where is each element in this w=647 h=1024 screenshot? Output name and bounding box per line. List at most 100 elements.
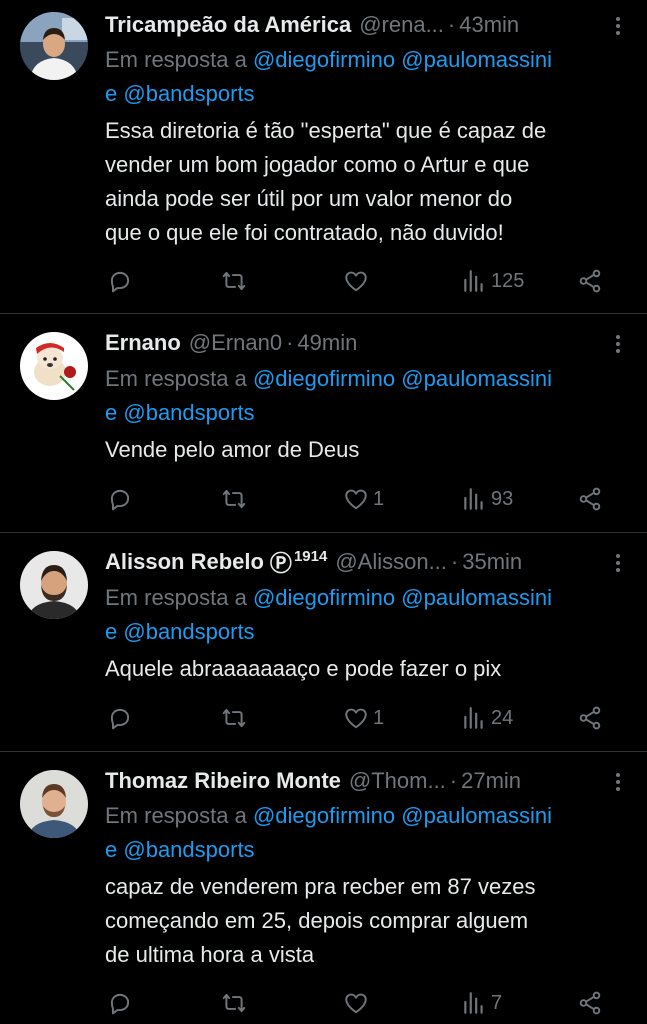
retweet-button[interactable] xyxy=(221,484,247,514)
more-options-icon[interactable] xyxy=(615,332,621,358)
reply-context: Em resposta a @diegofirmino @paulomassin… xyxy=(105,43,629,111)
tweet-text-line: que o que ele foi contratado, não duvido… xyxy=(105,220,504,245)
tweet-header: Ernano @Ernan0 · 49min xyxy=(105,326,607,360)
reply-button[interactable] xyxy=(107,484,133,514)
man-in-car-avatar-icon xyxy=(20,12,88,80)
views-chart-icon xyxy=(464,270,483,292)
heart-icon xyxy=(345,489,367,510)
tweet-text-line: de ultima hora a vista xyxy=(105,942,315,967)
share-icon xyxy=(579,991,601,1015)
mention-link[interactable]: @paulomassini xyxy=(401,366,552,391)
like-button[interactable]: 1 xyxy=(343,703,384,733)
avatar[interactable] xyxy=(20,551,88,619)
more-options-icon[interactable] xyxy=(615,14,621,40)
mention-link[interactable]: @paulomassini xyxy=(401,803,552,828)
reply-connector: e xyxy=(105,837,118,862)
mention-link[interactable]: @diegofirmino xyxy=(253,366,395,391)
tweet-text-line: vender um bom jogador como o Artur e que xyxy=(105,152,530,177)
badge-number: 1914 xyxy=(293,547,328,565)
timestamp[interactable]: 35min xyxy=(462,549,522,575)
username[interactable]: @Alisson... xyxy=(335,549,447,575)
retweet-button[interactable] xyxy=(221,266,247,296)
avatar[interactable] xyxy=(20,770,88,838)
views-button[interactable]: 125 xyxy=(461,266,524,296)
mention-link[interactable]: @diegofirmino xyxy=(253,803,395,828)
timestamp[interactable]: 49min xyxy=(297,330,357,356)
retweet-icon xyxy=(222,708,246,728)
share-button[interactable] xyxy=(577,703,603,733)
tweet[interactable]: Ernano @Ernan0 · 49min Em resposta a @di… xyxy=(0,314,647,532)
retweet-button[interactable] xyxy=(221,988,247,1018)
reply-prefix: Em resposta a xyxy=(105,47,247,72)
display-name[interactable]: Tricampeão da América xyxy=(105,12,351,38)
username[interactable]: @rena... xyxy=(359,12,444,38)
views-chart-icon xyxy=(464,707,483,729)
mention-link[interactable]: @paulomassini xyxy=(401,585,552,610)
tweet[interactable]: Alisson Rebelo Ⓟ 1914 @Alisson... · 35mi… xyxy=(0,533,647,751)
more-options-icon[interactable] xyxy=(615,551,621,577)
display-name[interactable]: Ernano xyxy=(105,330,181,356)
share-icon xyxy=(579,706,601,730)
reply-prefix: Em resposta a xyxy=(105,585,247,610)
tweet-text: Essa diretoria é tão "esperta" que é cap… xyxy=(105,114,617,250)
reply-connector: e xyxy=(105,81,118,106)
mention-link[interactable]: @bandsports xyxy=(123,400,254,425)
display-name[interactable]: Alisson Rebelo xyxy=(105,549,264,575)
share-icon xyxy=(579,487,601,511)
like-count: 1 xyxy=(373,487,385,510)
heart-icon xyxy=(345,708,367,729)
views-chart-icon xyxy=(464,992,483,1014)
tweet[interactable]: Thomaz Ribeiro Monte @Thom... · 27min Em… xyxy=(0,752,647,1024)
retweet-icon xyxy=(222,489,246,509)
view-count: 93 xyxy=(491,487,514,510)
tweet-header: Tricampeão da América @rena... · 43min xyxy=(105,8,607,42)
man-avatar-icon xyxy=(20,770,88,838)
mention-link[interactable]: @bandsports xyxy=(123,619,254,644)
tweet-text-line: Vende pelo amor de Deus xyxy=(105,437,360,462)
mention-link[interactable]: @bandsports xyxy=(123,81,254,106)
separator-dot: · xyxy=(286,330,294,355)
reply-button[interactable] xyxy=(107,266,133,296)
mention-link[interactable]: @diegofirmino xyxy=(253,585,395,610)
timestamp[interactable]: 43min xyxy=(459,12,519,38)
retweet-button[interactable] xyxy=(221,703,247,733)
avatar[interactable] xyxy=(20,332,88,400)
display-name[interactable]: Thomaz Ribeiro Monte xyxy=(105,768,341,794)
affiliate-badge[interactable]: Ⓟ 1914 xyxy=(270,546,327,578)
avatar[interactable] xyxy=(20,12,88,80)
mention-link[interactable]: @bandsports xyxy=(123,837,254,862)
tweet-text-line: começando em 25, depois comprar alguem xyxy=(105,908,529,933)
reply-context: Em resposta a @diegofirmino @paulomassin… xyxy=(105,799,629,867)
username[interactable]: @Ernan0 xyxy=(189,330,282,356)
views-button[interactable]: 24 xyxy=(461,703,513,733)
separator-dot: · xyxy=(450,549,459,574)
share-button[interactable] xyxy=(577,266,603,296)
reply-button[interactable] xyxy=(107,703,133,733)
reply-button[interactable] xyxy=(107,988,133,1018)
like-button[interactable] xyxy=(343,266,373,296)
tweet-text-line: capaz de venderem pra recber em 87 vezes xyxy=(105,874,536,899)
mention-link[interactable]: @diegofirmino xyxy=(253,47,395,72)
dog-with-rose-avatar-icon xyxy=(20,332,88,400)
like-button[interactable]: 1 xyxy=(343,484,384,514)
mention-link[interactable]: @paulomassini xyxy=(401,47,552,72)
timestamp[interactable]: 27min xyxy=(461,768,521,794)
tweet-header: Thomaz Ribeiro Monte @Thom... · 27min xyxy=(105,764,607,798)
tweet[interactable]: Tricampeão da América @rena... · 43min E… xyxy=(0,0,647,313)
username[interactable]: @Thom... xyxy=(349,768,446,794)
reply-context: Em resposta a @diegofirmino @paulomassin… xyxy=(105,362,629,430)
views-button[interactable]: 93 xyxy=(461,484,513,514)
view-count: 7 xyxy=(491,991,503,1014)
retweet-icon xyxy=(222,993,246,1013)
like-count: 1 xyxy=(373,706,385,729)
share-button[interactable] xyxy=(577,988,603,1018)
tweet-header: Alisson Rebelo Ⓟ 1914 @Alisson... · 35mi… xyxy=(105,545,607,579)
views-chart-icon xyxy=(464,488,483,510)
share-button[interactable] xyxy=(577,484,603,514)
reply-prefix: Em resposta a xyxy=(105,803,247,828)
more-options-icon[interactable] xyxy=(615,770,621,796)
view-count: 24 xyxy=(491,706,514,729)
views-button[interactable]: 7 xyxy=(461,988,502,1018)
like-button[interactable] xyxy=(343,988,373,1018)
reply-icon xyxy=(110,271,130,293)
